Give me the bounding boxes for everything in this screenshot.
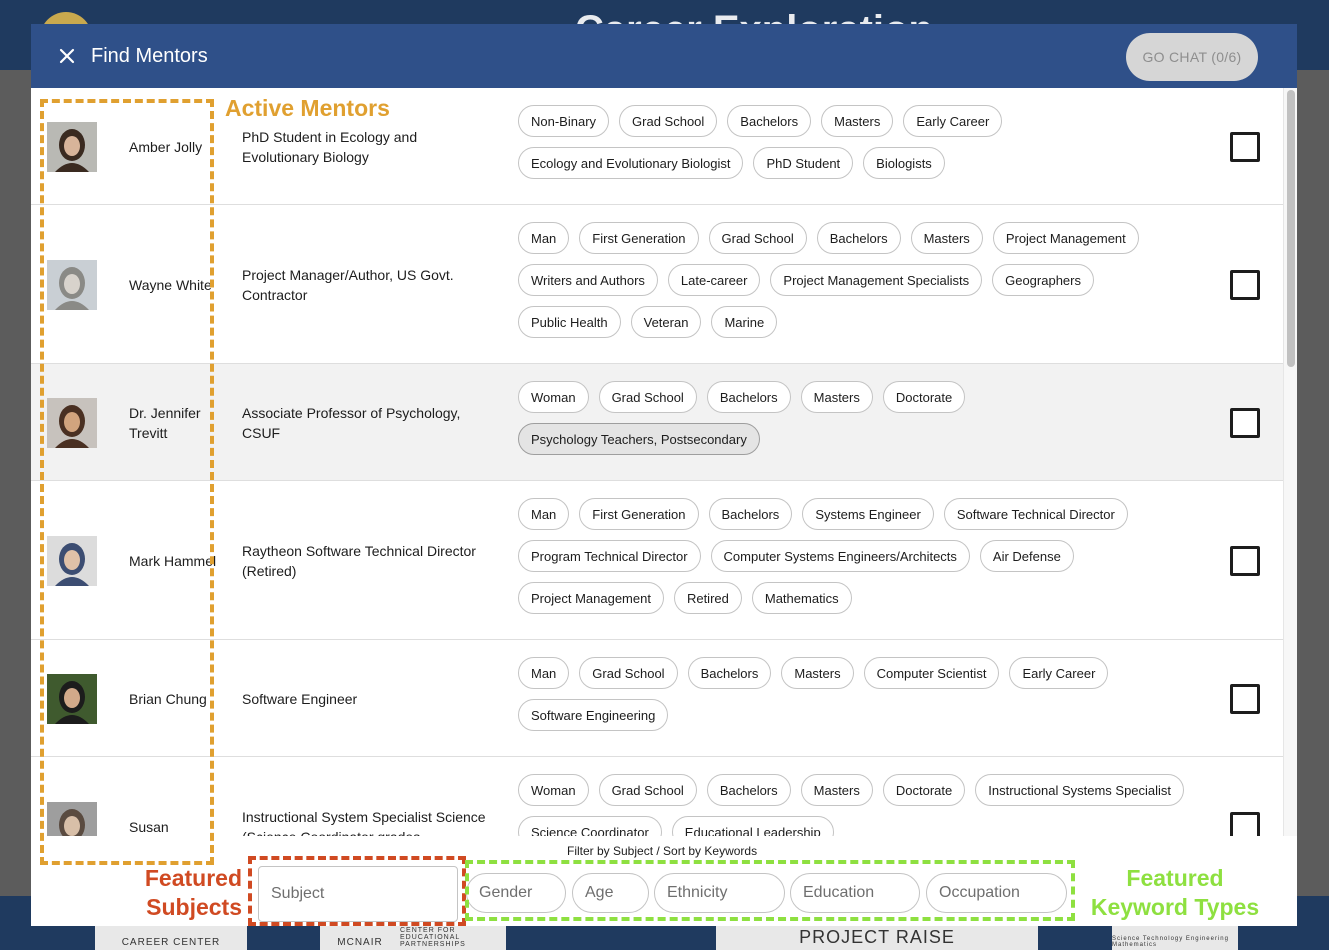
keyword-chip[interactable]: Bachelors — [687, 657, 772, 689]
mentor-select-checkbox[interactable] — [1230, 407, 1260, 438]
keyword-chip[interactable]: Woman — [518, 774, 589, 806]
keyword-chip[interactable]: Project Management — [992, 222, 1139, 254]
keyword-chip[interactable]: Program Technical Director — [518, 540, 701, 572]
mentor-occupation: Raytheon Software Technical Director (Re… — [242, 542, 476, 579]
keyword-chip[interactable]: Bachelors — [708, 498, 793, 530]
keyword-chip[interactable]: Geographers — [992, 264, 1094, 296]
mentor-select-checkbox[interactable] — [1230, 812, 1260, 836]
featured-keyword-types-line-1: Featured — [1126, 865, 1224, 891]
keyword-chip[interactable]: Man — [518, 498, 570, 530]
active-mentors-annotation-label: Active Mentors — [225, 95, 390, 121]
keyword-chip[interactable]: PhD Student — [753, 147, 854, 179]
featured-keyword-types-line-2: Keyword Types — [1090, 894, 1260, 920]
keyword-chip[interactable]: Software Engineering — [518, 699, 669, 731]
keyword-chip[interactable]: Late-career — [667, 264, 761, 296]
mentor-row[interactable]: Wayne White Project Manager/Author, US Go… — [31, 205, 1283, 364]
keyword-chip-list: Woman Grad School Bachelors Masters Doctorat… — [518, 381, 1198, 465]
featured-subjects-annotation-box — [248, 856, 466, 926]
active-mentors-annotation-box — [40, 99, 214, 865]
keyword-chip[interactable]: Educational Leadership — [671, 816, 834, 836]
keyword-chip[interactable]: Grad School — [598, 381, 697, 413]
keyword-chip[interactable]: Grad School — [619, 105, 718, 137]
keyword-chip[interactable]: Grad School — [598, 774, 697, 806]
keyword-chip[interactable]: Masters — [910, 222, 983, 254]
mentor-row[interactable]: Susan Instructional System Specialist Sci… — [31, 757, 1283, 836]
go-chat-button[interactable]: GO CHAT (0/6) — [1126, 33, 1258, 81]
keyword-chip[interactable]: Instructional Systems Specialist — [975, 774, 1185, 806]
keyword-chip[interactable]: Bachelors — [706, 381, 791, 413]
keyword-chip[interactable]: Retired — [673, 582, 742, 614]
keyword-chip[interactable]: Software Technical Director — [943, 498, 1128, 530]
keyword-chip-list: Woman Grad School Bachelors Masters Doctorat… — [518, 774, 1198, 836]
featured-subjects-line-2: Subjects — [146, 894, 242, 920]
keyword-chip-list: Man First Generation Grad School Bachelors M… — [518, 222, 1198, 348]
mentor-select-checkbox[interactable] — [1230, 131, 1260, 162]
keyword-chip[interactable]: Mathematics — [751, 582, 852, 614]
keyword-chip-list: Man Grad School Bachelors Masters Computer S… — [518, 657, 1198, 741]
keyword-chip-list: Non-Binary Grad School Bachelors Masters Ear… — [518, 105, 1198, 189]
keyword-chip[interactable]: First Generation — [579, 222, 699, 254]
keyword-chip[interactable]: Marine — [711, 306, 778, 338]
featured-keyword-types-annotation-box — [465, 860, 1075, 921]
keyword-chip[interactable]: Grad School — [708, 222, 807, 254]
keyword-chip[interactable]: Bachelors — [727, 105, 812, 137]
close-icon — [59, 48, 75, 64]
keyword-chip[interactable]: Non-Binary — [518, 105, 610, 137]
keyword-chip-list: Man First Generation Bachelors Systems Engi… — [518, 498, 1198, 624]
mentor-row[interactable]: Amber Jolly PhD Student in Ecology and Ev… — [31, 88, 1283, 205]
mentor-occupation: PhD Student in Ecology and Evolutionary … — [242, 128, 418, 165]
mentor-list: Amber Jolly PhD Student in Ecology and Ev… — [31, 88, 1283, 836]
keyword-chip[interactable]: Grad School — [579, 657, 678, 689]
keyword-chip[interactable]: Ecology and Evolutionary Biologist — [518, 147, 744, 179]
keyword-chip[interactable]: Science Coordinator — [518, 816, 662, 836]
mentor-occupation: Associate Professor of Psychology, CSUF — [242, 404, 461, 441]
keyword-chip[interactable]: Man — [518, 222, 570, 254]
mentor-select-checkbox[interactable] — [1230, 269, 1260, 300]
keyword-chip[interactable]: Biologists — [863, 147, 945, 179]
keyword-chip[interactable]: Project Management — [518, 582, 664, 614]
mentor-occupation: Project Manager/Author, US Govt. Contrac… — [242, 266, 454, 303]
keyword-chip[interactable]: Doctorate — [882, 774, 966, 806]
keyword-chip[interactable]: Doctorate — [882, 381, 966, 413]
keyword-chip[interactable]: Early Career — [1009, 657, 1109, 689]
scrollbar[interactable] — [1283, 88, 1297, 836]
mentor-select-checkbox[interactable] — [1230, 545, 1260, 576]
keyword-chip[interactable]: Project Management Specialists — [770, 264, 983, 296]
keyword-chip[interactable]: Woman — [518, 381, 589, 413]
close-button[interactable] — [54, 43, 80, 69]
keyword-chip[interactable]: Veteran — [630, 306, 702, 338]
keyword-chip[interactable]: Masters — [821, 105, 894, 137]
keyword-chip[interactable]: Systems Engineer — [802, 498, 934, 530]
keyword-chip[interactable]: Bachelors — [706, 774, 791, 806]
keyword-chip[interactable]: Masters — [781, 657, 854, 689]
mentor-row[interactable]: Brian Chung Software Engineer Man Grad Scho… — [31, 640, 1283, 757]
mentor-row[interactable]: Mark Hammel Raytheon Software Technical D… — [31, 481, 1283, 640]
keyword-chip[interactable]: Public Health — [518, 306, 621, 338]
featured-subjects-line-1: Featured — [144, 865, 242, 891]
keyword-chip[interactable]: Computer Scientist — [863, 657, 1000, 689]
keyword-chip[interactable]: Air Defense — [979, 540, 1074, 572]
filter-caption: Filter by Subject / Sort by Keywords — [567, 844, 758, 858]
featured-keyword-types-annotation-label: Featured Keyword Types — [1082, 864, 1268, 922]
mentor-select-checkbox[interactable] — [1230, 683, 1260, 714]
find-mentors-modal: Find Mentors GO CHAT (0/6) Amber Jolly Ph… — [31, 24, 1297, 926]
keyword-chip[interactable]: Masters — [800, 381, 873, 413]
keyword-chip[interactable]: Writers and Authors — [518, 264, 658, 296]
modal-title: Find Mentors — [91, 44, 208, 67]
featured-subjects-annotation-label: Featured Subjects — [140, 864, 242, 922]
keyword-chip[interactable]: Psychology Teachers, Postsecondary — [518, 423, 760, 455]
modal-header: Find Mentors GO CHAT (0/6) — [31, 24, 1297, 88]
keyword-chip[interactable]: Early Career — [903, 105, 1003, 137]
keyword-chip[interactable]: Bachelors — [816, 222, 901, 254]
mentor-occupation: Instructional System Specialist Science … — [242, 809, 486, 836]
keyword-chip[interactable]: Masters — [800, 774, 873, 806]
keyword-chip[interactable]: Computer Systems Engineers/Architects — [710, 540, 970, 572]
keyword-chip[interactable]: First Generation — [579, 498, 699, 530]
mentor-occupation: Software Engineer — [242, 690, 358, 707]
scrollbar-thumb[interactable] — [1287, 90, 1295, 367]
keyword-chip[interactable]: Man — [518, 657, 570, 689]
mentor-row[interactable]: Dr. Jennifer Trevitt Associate Professor … — [31, 364, 1283, 481]
